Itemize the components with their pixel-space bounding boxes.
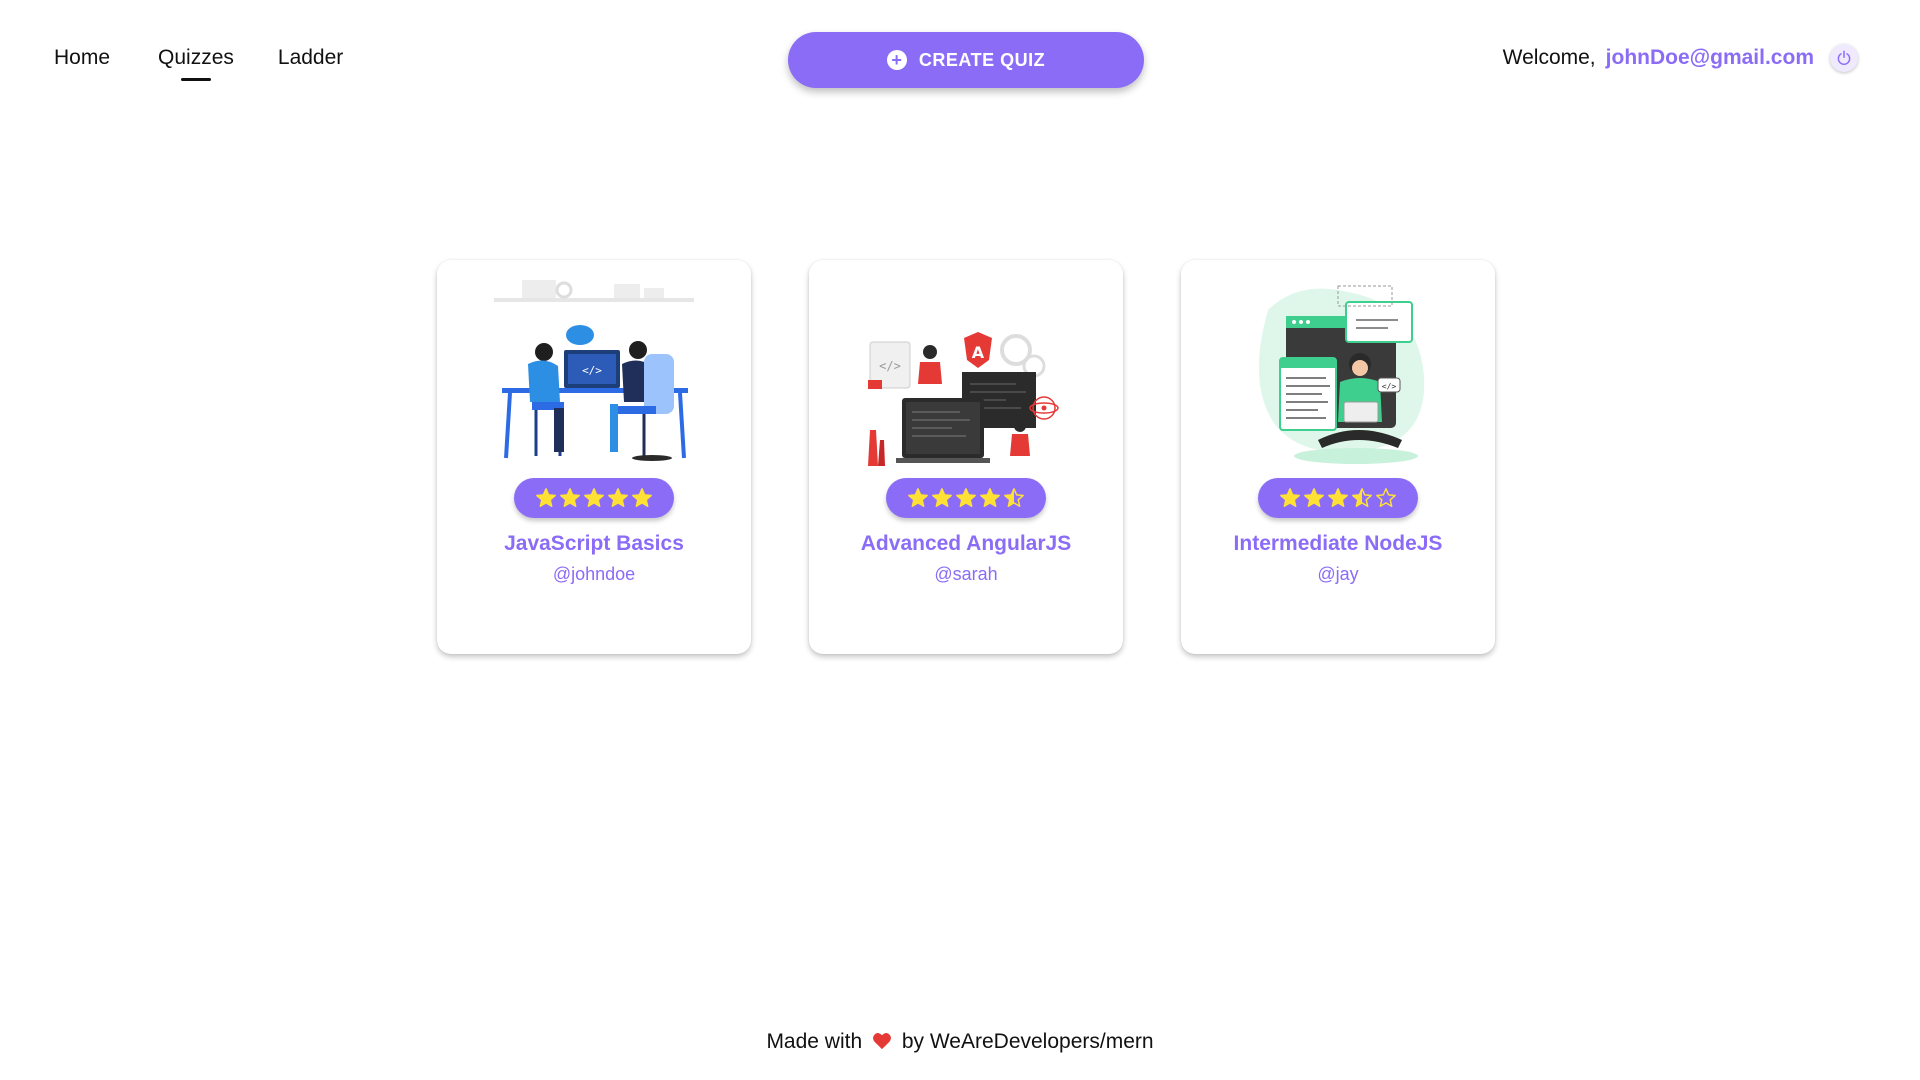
svg-text:</>: </>: [1382, 382, 1397, 391]
nav-home[interactable]: Home: [54, 46, 110, 80]
quiz-title: Intermediate NodeJS: [1233, 532, 1443, 555]
star-full-icon: [536, 488, 556, 507]
star-full-icon: [980, 488, 1000, 507]
create-quiz-button[interactable]: + CREATE QUIZ: [788, 32, 1144, 88]
developers-at-desk-illustration: </>: [494, 280, 694, 461]
rating-badge: [886, 478, 1046, 518]
main-nav: Home Quizzes Ladder: [54, 46, 343, 80]
user-email: johnDoe@gmail.com: [1605, 46, 1814, 69]
quiz-card[interactable]: </> JavaScript Basics @johndoe: [437, 260, 751, 654]
welcome-text: Welcome,: [1502, 46, 1596, 69]
quiz-card-list: </> JavaScript Basics @johndoe </> A Adv…: [437, 260, 1495, 654]
star-full-icon: [1280, 488, 1300, 507]
footer-suffix: by WeAreDevelopers/mern: [901, 1030, 1154, 1053]
star-half-icon: [1004, 488, 1024, 507]
quiz-title: Advanced AngularJS: [860, 532, 1072, 555]
star-full-icon: [908, 488, 928, 507]
star-full-icon: [584, 488, 604, 507]
star-full-icon: [632, 488, 652, 507]
star-full-icon: [956, 488, 976, 507]
svg-text:</>: </>: [582, 364, 602, 377]
star-full-icon: [608, 488, 628, 507]
svg-text:A: A: [972, 343, 985, 362]
quiz-title: JavaScript Basics: [504, 532, 684, 555]
developer-with-laptop-illustration: </>: [1258, 285, 1425, 464]
footer-prefix: Made with: [766, 1030, 863, 1053]
heart-icon: [873, 1033, 891, 1050]
rating-badge: [1258, 478, 1418, 518]
star-full-icon: [1304, 488, 1324, 507]
rating-badge: [514, 478, 674, 518]
star-half-icon: [1352, 488, 1372, 507]
quiz-card[interactable]: </> Intermediate NodeJS @jay: [1181, 260, 1495, 654]
quizzes-page: Home Quizzes Ladder + CREATE QUIZ Welcom…: [0, 0, 1920, 1080]
quiz-card[interactable]: </> A Advanced AngularJS @sarah: [809, 260, 1123, 654]
star-full-icon: [932, 488, 952, 507]
star-full-icon: [560, 488, 580, 507]
quiz-author: @johndoe: [552, 564, 636, 584]
star-full-icon: [1328, 488, 1348, 507]
footer: Made with by WeAreDevelopers/mern: [0, 1030, 1920, 1054]
user-welcome: Welcome, johnDoe@gmail.com: [1503, 44, 1858, 72]
power-icon[interactable]: [1830, 44, 1858, 72]
quiz-author: @sarah: [934, 564, 998, 584]
create-quiz-label: CREATE QUIZ: [918, 49, 1046, 70]
plus-circle-icon: +: [886, 50, 907, 70]
angular-developers-illustration: </> A: [868, 332, 1059, 466]
nav-quizzes[interactable]: Quizzes: [158, 46, 234, 80]
svg-text:</>: </>: [879, 359, 901, 373]
quiz-author: @jay: [1317, 564, 1359, 584]
star-empty-icon: [1376, 488, 1396, 507]
nav-ladder[interactable]: Ladder: [278, 46, 343, 80]
